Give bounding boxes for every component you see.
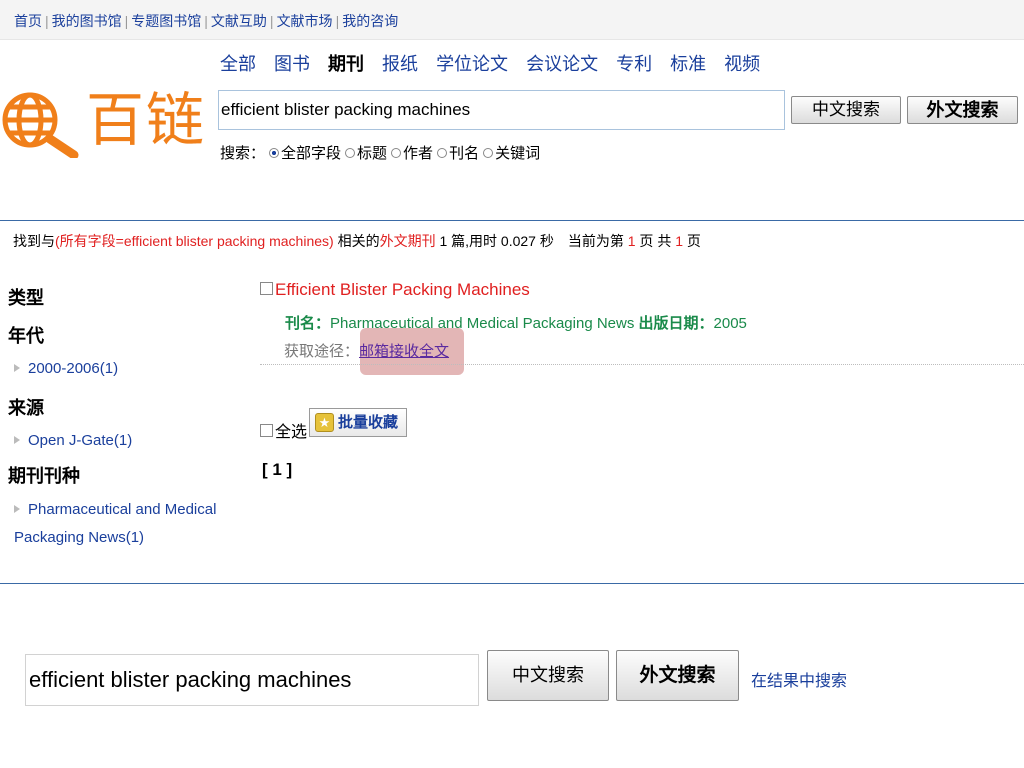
divider-bottom [0,583,1024,584]
field-journal[interactable]: 刊名 [449,145,479,162]
tab-conferences[interactable]: 会议论文 [526,54,598,74]
bottom-foreign-search-button[interactable]: 外文搜索 [616,650,739,701]
nav-my-consult[interactable]: 我的咨询 [342,13,398,29]
email-fulltext-link[interactable]: 邮箱接收全文 [359,343,449,360]
logo-text: 百链 [86,86,207,154]
nav-home[interactable]: 首页 [14,13,42,29]
result-separator [260,364,1024,365]
tab-standards[interactable]: 标准 [670,54,706,74]
foreign-search-button[interactable]: 外文搜索 [907,96,1018,124]
field-author[interactable]: 作者 [403,145,433,162]
facet-year-heading: 年代 [8,326,44,346]
query-expression: (所有字段=efficient blister packing machines… [55,233,334,249]
tab-journals[interactable]: 期刊 [328,54,364,74]
fields-label: 搜索： [220,145,266,162]
field-title[interactable]: 标题 [357,145,387,162]
facet-year-item[interactable]: 2000-2006(1) [14,355,118,383]
facet-type-heading: 类型 [8,288,44,308]
tab-videos[interactable]: 视频 [724,54,760,74]
field-all[interactable]: 全部字段 [281,145,341,162]
tab-newspapers[interactable]: 报纸 [382,54,418,74]
top-nav-links: 首页 | 我的图书馆 | 专题图书馆 | 文献互助 | 文献市场 | 我的咨询 [14,13,399,29]
facet-source-heading: 来源 [8,398,44,418]
result-access: 获取途径：邮箱接收全文 [284,340,449,361]
logo[interactable]: 百链 [0,84,205,158]
result-title[interactable]: Efficient Blister Packing Machines [275,280,530,299]
radio-icon[interactable] [269,147,280,158]
bottom-search-input[interactable] [25,654,479,706]
select-all[interactable]: 全选 [260,418,307,442]
access-label: 获取途径： [284,343,360,360]
nav-doc-market[interactable]: 文献市场 [277,13,333,29]
top-nav: 首页 | 我的图书馆 | 专题图书馆 | 文献互助 | 文献市场 | 我的咨询 [0,0,1024,40]
triangle-icon [14,435,20,444]
batch-save-button[interactable]: ★ 批量收藏 [309,408,407,437]
chinese-search-button[interactable]: 中文搜索 [791,96,901,124]
radio-icon[interactable] [391,147,402,158]
current-page: 1 [627,233,636,249]
facet-journal-item[interactable]: Pharmaceutical and Medical Packaging News… [14,496,244,552]
result-type: 外文期刊 [379,233,436,249]
field-keyword[interactable]: 关键词 [495,145,540,162]
bottom-chinese-search-button[interactable]: 中文搜索 [487,650,609,701]
result-meta: 刊名：Pharmaceutical and Medical Packaging … [285,312,747,333]
pub-date: 2005 [713,315,747,332]
search-in-results-link[interactable]: 在结果中搜索 [751,667,847,691]
total-pages: 1 [675,233,684,249]
nav-doc-help[interactable]: 文献互助 [211,13,267,29]
facet-source-item[interactable]: Open J-Gate(1) [14,427,132,455]
radio-icon[interactable] [483,147,494,158]
globe-magnifier-icon [2,92,79,158]
divider-top [0,220,1024,221]
radio-icon[interactable] [345,147,356,158]
radio-icon[interactable] [437,147,448,158]
category-tabs: 全部 图书 期刊 报纸 学位论文 会议论文 专利 标准 视频 [220,50,773,76]
nav-topic-library[interactable]: 专题图书馆 [131,13,201,29]
pager[interactable]: [ 1 ] [262,460,292,480]
tab-all[interactable]: 全部 [220,54,256,74]
facet-journal-heading: 期刊刊种 [8,466,80,486]
journal-label: 刊名： [285,315,331,332]
select-all-label: 全选 [275,424,308,441]
search-field-options: 搜索： 全部字段 标题 作者 刊名 关键词 [220,142,540,163]
triangle-icon [14,504,20,513]
result-item: Efficient Blister Packing Machines [260,280,530,300]
date-label: 出版日期： [638,315,714,332]
result-summary: 找到与(所有字段=efficient blister packing machi… [13,233,701,249]
tab-books[interactable]: 图书 [274,54,310,74]
checkbox-icon[interactable] [260,424,273,438]
nav-my-library[interactable]: 我的图书馆 [52,13,122,29]
triangle-icon [14,363,20,372]
tab-theses[interactable]: 学位论文 [436,54,508,74]
search-input[interactable] [218,90,785,130]
batch-save-icon: ★ [315,413,334,432]
checkbox-icon[interactable] [260,282,273,296]
tab-patents[interactable]: 专利 [616,54,652,74]
